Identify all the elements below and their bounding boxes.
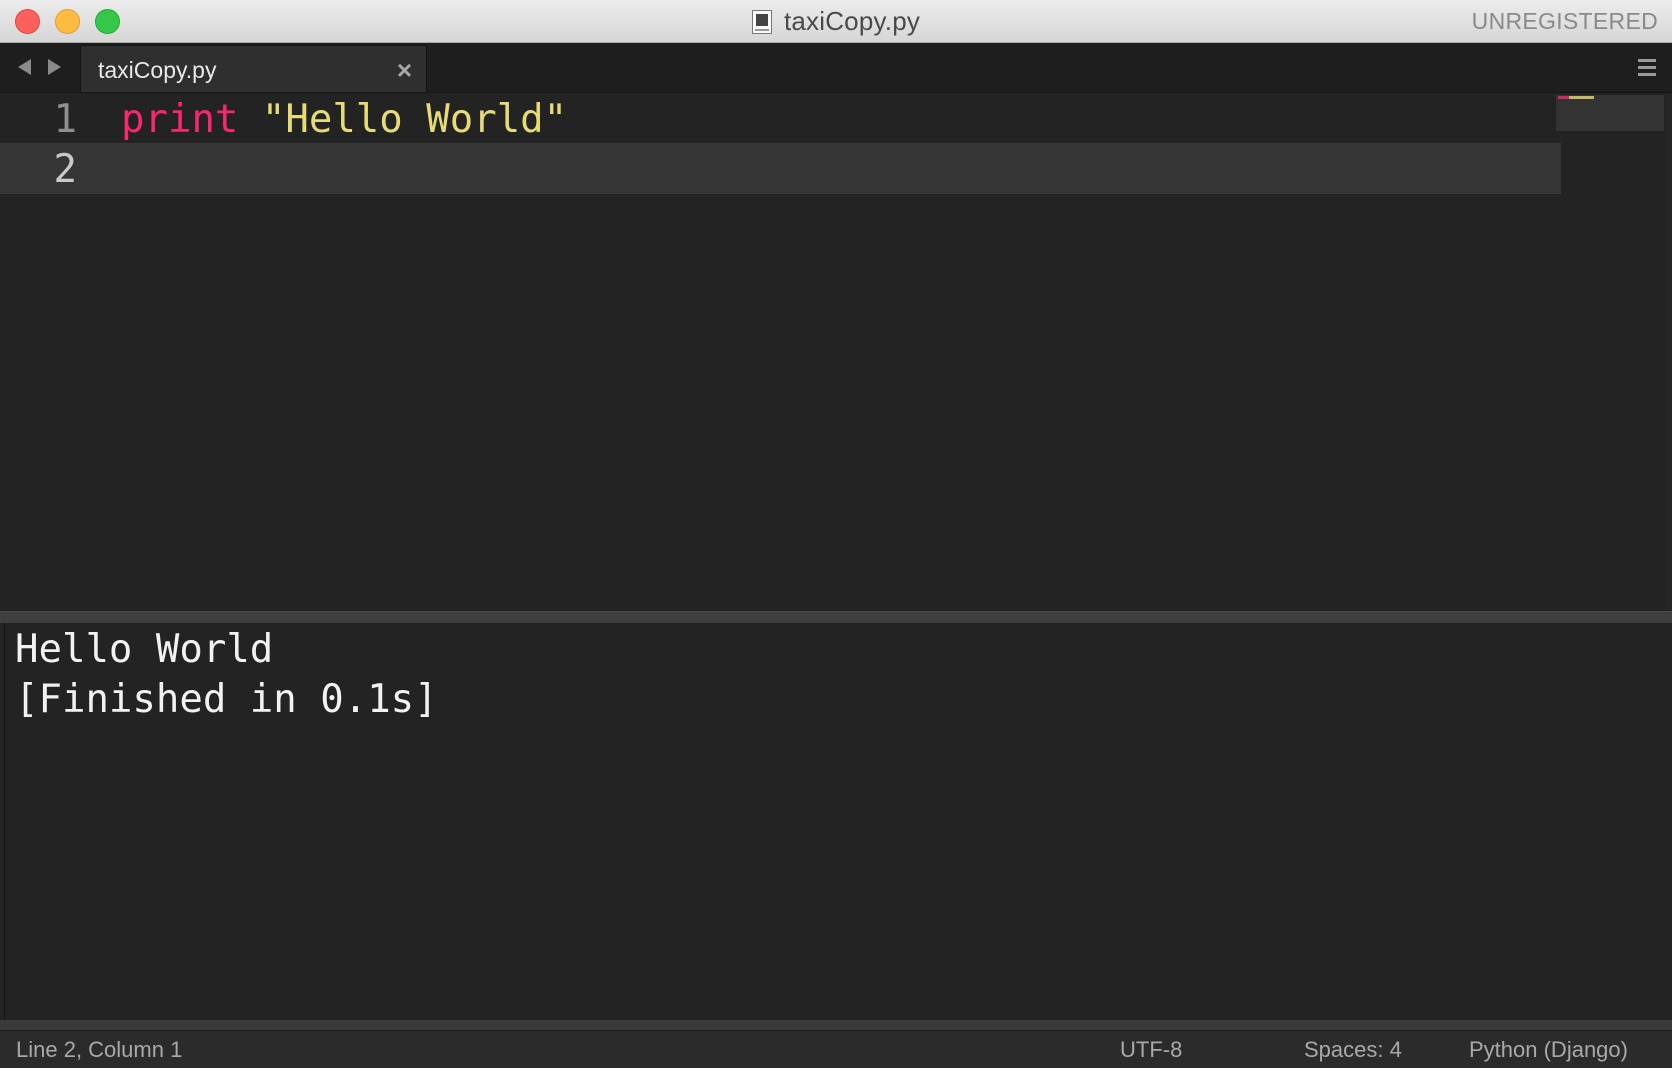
panel-divider[interactable]	[0, 611, 1672, 623]
output-panel-border	[0, 1020, 1672, 1030]
output-line: Hello World	[15, 627, 274, 672]
code-line-current[interactable]: 2	[0, 143, 1561, 194]
tab-taxicopy[interactable]: taxiCopy.py ×	[80, 45, 427, 92]
encoding-selector[interactable]: UTF-8	[1120, 1037, 1182, 1063]
python-file-icon	[751, 9, 772, 34]
keyword-token: print	[121, 97, 239, 142]
maximize-window-button[interactable]	[95, 9, 120, 34]
editor-scrollbar[interactable]	[1666, 93, 1672, 611]
output-line: [Finished in 0.1s]	[15, 677, 438, 722]
build-output-panel[interactable]: Hello World [Finished in 0.1s]	[4, 623, 1667, 1020]
next-tab-icon[interactable]	[48, 59, 61, 75]
minimize-window-button[interactable]	[55, 9, 80, 34]
line-number: 2	[53, 147, 77, 192]
close-tab-icon[interactable]: ×	[397, 55, 412, 86]
code-text: print "Hello World"	[121, 97, 567, 142]
cursor-position: Line 2, Column 1	[16, 1037, 183, 1062]
minimap[interactable]	[1556, 95, 1664, 131]
tab-bar: taxiCopy.py ×	[0, 43, 1672, 93]
code-editor[interactable]: 1 print "Hello World" 2	[0, 93, 1672, 611]
window-title-group: taxiCopy.py	[0, 0, 1672, 43]
close-window-button[interactable]	[15, 9, 40, 34]
indentation-selector[interactable]: Spaces: 4	[1304, 1037, 1402, 1063]
line-number: 1	[53, 97, 77, 142]
title-bar: taxiCopy.py UNREGISTERED	[0, 0, 1672, 43]
hamburger-menu-icon[interactable]	[1638, 59, 1656, 77]
status-bar: Line 2, Column 1 UTF-8 Spaces: 4 Python …	[0, 1030, 1672, 1068]
minimap-code-preview	[1558, 96, 1594, 99]
previous-tab-icon[interactable]	[18, 59, 31, 75]
window-title: taxiCopy.py	[783, 6, 921, 36]
syntax-selector[interactable]: Python (Django)	[1469, 1037, 1628, 1063]
unregistered-label: UNREGISTERED	[1471, 8, 1658, 34]
tab-label: taxiCopy.py	[98, 57, 217, 83]
code-line[interactable]: 1 print "Hello World"	[0, 93, 1561, 144]
string-token: "Hello World"	[261, 97, 568, 142]
